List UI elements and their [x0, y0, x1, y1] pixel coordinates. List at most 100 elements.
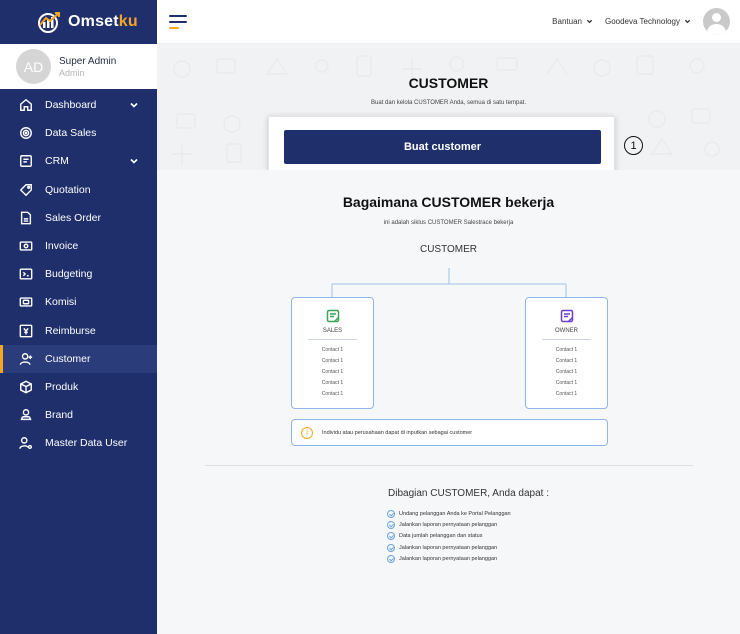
sidebar-item-label: Invoice: [45, 240, 79, 253]
sidebar-item-label: Reimburse: [45, 324, 96, 337]
sidebar-item-label: Komisi: [45, 296, 77, 309]
sidebar-item-label: Master Data User: [45, 437, 128, 450]
owner-note-icon: [560, 309, 574, 323]
sidebar-item-invoice[interactable]: Invoice: [0, 232, 157, 260]
crm-icon: [18, 153, 34, 169]
check-circle-icon: [387, 509, 395, 518]
check-circle-icon: [387, 532, 395, 541]
list-item: Jalankan laporan pernyataan pelanggan: [387, 519, 511, 530]
how-it-works-title: Bagaimana CUSTOMER bekerja: [342, 194, 555, 210]
create-customer-card: Buat customer: [268, 116, 615, 170]
sales-contact-list: Contact 1 Contact 1 Contact 1 Contact 1 …: [292, 345, 373, 400]
company-label: Goodeva Technology: [604, 17, 680, 26]
topbar-right: Bantuan Goodeva Technology: [552, 8, 740, 35]
user-gear-icon: [18, 435, 34, 451]
list-item: Contact 1: [321, 358, 344, 364]
info-banner: i Individu atau perusahaan dapat di inpu…: [291, 419, 608, 446]
list-item: Contact 1: [321, 391, 344, 397]
sidebar-item-label: Data Sales: [45, 127, 97, 140]
how-it-works-subtitle: ini adalah siklus CUSTOMER Salestrace be…: [383, 220, 514, 226]
sidebar-item-label: Sales Order: [45, 211, 102, 224]
sidebar-item-budgeting[interactable]: Budgeting: [0, 260, 157, 288]
sidebar-item-customer[interactable]: Customer: [0, 344, 157, 374]
list-item: Undang pelanggan Anda ke Portal Pelangga…: [387, 508, 511, 519]
flow-connector-lines: [331, 268, 567, 297]
sales-note-icon: [326, 309, 340, 323]
brand-name: Omsetku: [68, 13, 138, 30]
capability-text: Jalankan laporan pernyataan pelanggan: [399, 522, 498, 529]
target-icon: [18, 125, 34, 141]
sidebar-item-crm[interactable]: CRM: [0, 147, 157, 175]
info-text: Individu atau perusahaan dapat di inputk…: [322, 429, 473, 436]
page-subtitle: Buat dan kelola CUSTOMER Anda, semua di …: [371, 100, 526, 106]
money-icon: [18, 294, 34, 310]
sidebar-item-label: Customer: [45, 352, 91, 365]
list-item: Contact 1: [555, 380, 578, 386]
profile-card[interactable]: AD Super Admin Admin: [0, 44, 157, 89]
list-item: Contact 1: [555, 347, 578, 353]
sidebar-item-dashboard[interactable]: Dashboard: [0, 91, 157, 119]
topbar: Bantuan Goodeva Technology: [157, 0, 740, 44]
chevron-down-icon[interactable]: [129, 100, 139, 110]
sales-box: SALES Contact 1 Contact 1 Contact 1 Cont…: [291, 297, 374, 409]
sidebar-item-label: Brand: [45, 409, 74, 422]
menu-toggle-icon[interactable]: [169, 14, 187, 29]
sidebar-item-master-data-user[interactable]: Master Data User: [0, 429, 157, 457]
tag-icon: [18, 182, 34, 198]
sidebar-item-label: Dashboard: [45, 99, 97, 112]
section-divider: [205, 465, 693, 466]
box-icon: [18, 379, 34, 395]
main-content: CUSTOMER Buat dan kelola CUSTOMER Anda, …: [157, 44, 740, 634]
list-item: Contact 1: [321, 347, 344, 353]
sidebar-item-data-sales[interactable]: Data Sales: [0, 119, 157, 147]
app-root: Omsetku AD Super Admin Admin Dashboard D…: [0, 0, 740, 634]
hero-section: CUSTOMER Buat dan kelola CUSTOMER Anda, …: [157, 44, 740, 170]
avatar: AD: [16, 49, 51, 84]
brand-logo[interactable]: Omsetku: [0, 0, 157, 44]
sales-box-label: SALES: [308, 328, 357, 340]
chevron-down-icon[interactable]: [129, 156, 139, 166]
home-icon: [18, 97, 34, 113]
list-item: Contact 1: [555, 358, 578, 364]
owner-contact-list: Contact 1 Contact 1 Contact 1 Contact 1 …: [526, 345, 607, 400]
profile-info: Super Admin Admin: [59, 56, 116, 78]
list-item: Contact 1: [555, 369, 578, 375]
owner-box: OWNER Contact 1 Contact 1 Contact 1 Cont…: [525, 297, 608, 409]
check-circle-icon: [387, 555, 395, 564]
sidebar: Omsetku AD Super Admin Admin Dashboard D…: [0, 0, 157, 634]
brand-icon: [18, 407, 34, 423]
list-item: Jalankan laporan pernyataan pelanggan: [387, 554, 511, 565]
help-label: Bantuan: [552, 17, 582, 26]
capability-text: Data jumlah pelanggan dan status: [399, 533, 483, 540]
invoice-icon: [18, 238, 34, 254]
profile-role: Admin: [59, 67, 85, 78]
sidebar-item-sales-order[interactable]: Sales Order: [0, 204, 157, 232]
capabilities-list: Undang pelanggan Anda ke Portal Pelangga…: [387, 508, 511, 565]
capability-text: Jalankan laporan pernyataan pelanggan: [399, 544, 498, 551]
create-customer-button[interactable]: Buat customer: [284, 130, 601, 164]
step-number-badge: 1: [624, 136, 643, 155]
chevron-down-icon: [586, 19, 593, 24]
user-add-icon: [18, 351, 34, 367]
check-circle-icon: [387, 543, 395, 552]
sidebar-item-quotation[interactable]: Quotation: [0, 176, 157, 204]
capabilities-title: Dibagian CUSTOMER, Anda dapat :: [388, 488, 550, 499]
sidebar-item-komisi[interactable]: Komisi: [0, 288, 157, 316]
company-dropdown[interactable]: Goodeva Technology: [605, 17, 691, 26]
sidebar-item-label: CRM: [45, 155, 69, 168]
capability-text: Jalankan laporan pernyataan pelanggan: [399, 556, 498, 563]
document-icon: [18, 210, 34, 226]
user-avatar[interactable]: [703, 8, 730, 35]
sidebar-item-reimburse[interactable]: Reimburse: [0, 317, 157, 345]
sidebar-item-brand[interactable]: Brand: [0, 401, 157, 429]
page-title: CUSTOMER: [408, 75, 489, 91]
list-item: Jalankan laporan pernyataan pelanggan: [387, 542, 511, 553]
reimburse-icon: [18, 323, 34, 339]
capability-text: Undang pelanggan Anda ke Portal Pelangga…: [399, 510, 511, 517]
sidebar-item-label: Produk: [45, 380, 79, 393]
tree-root-label: CUSTOMER: [419, 244, 478, 255]
sidebar-nav: Dashboard Data Sales CRM Quotation Sales…: [0, 89, 157, 457]
sidebar-item-produk[interactable]: Produk: [0, 373, 157, 401]
list-item: Data jumlah pelanggan dan status: [387, 531, 511, 542]
help-dropdown[interactable]: Bantuan: [552, 17, 593, 26]
